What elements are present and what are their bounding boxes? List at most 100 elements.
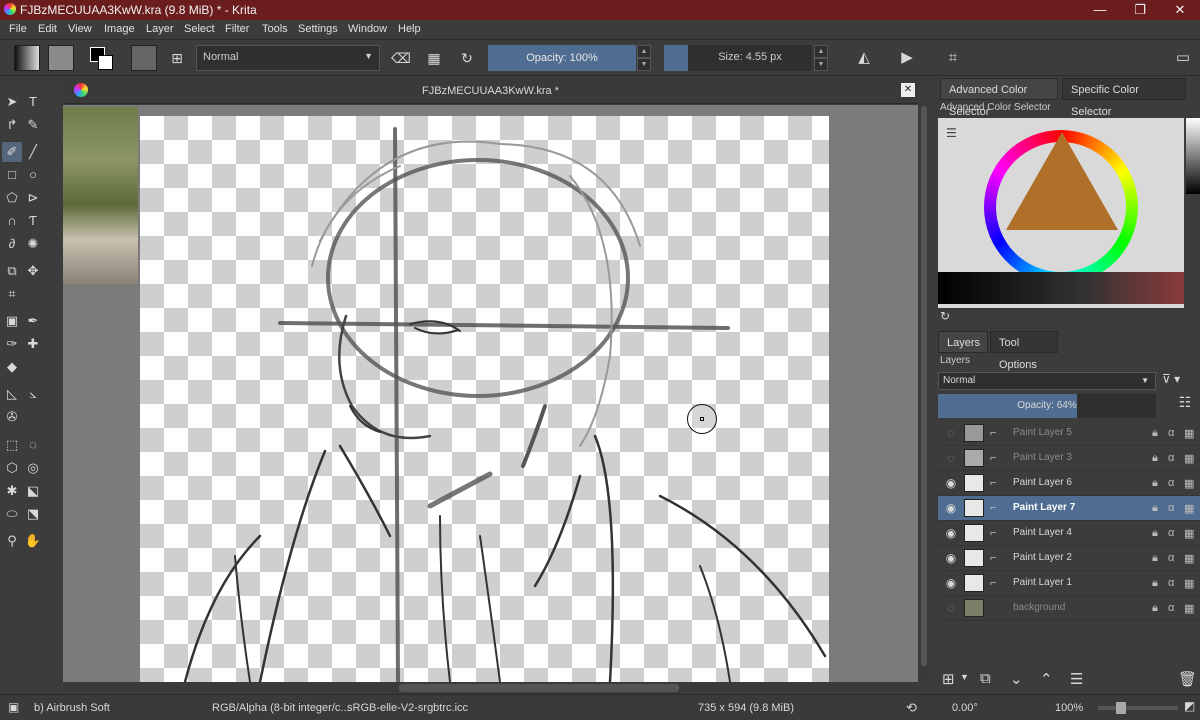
menu-settings[interactable]: Settings bbox=[298, 23, 338, 35]
layer-filter-icon[interactable]: ⊽ ▾ bbox=[1162, 372, 1196, 390]
add-layer-icon[interactable]: ⊞ bbox=[942, 670, 955, 688]
alpha-icon[interactable]: α bbox=[1168, 602, 1174, 614]
inherit-alpha-icon[interactable]: ▦ bbox=[1184, 602, 1194, 615]
lock-icon[interactable]: 🔒︎ bbox=[1152, 427, 1158, 440]
rotate-icon[interactable]: ⟲ bbox=[906, 700, 917, 716]
layer-row[interactable]: ◉ ⌐ Paint Layer 4 🔒︎ α ▦ bbox=[938, 521, 1200, 546]
layer-name[interactable]: Paint Layer 6 bbox=[1013, 477, 1072, 488]
lock-icon[interactable]: 🔒︎ bbox=[1152, 552, 1158, 565]
visibility-off-icon[interactable]: ◌ bbox=[944, 451, 958, 465]
visibility-on-icon[interactable]: ◉ bbox=[944, 476, 958, 490]
alpha-icon[interactable]: α bbox=[1168, 577, 1174, 589]
fill-tool-icon[interactable]: ◆ bbox=[2, 357, 22, 377]
size-spinner[interactable]: ▲ ▼ bbox=[814, 45, 828, 71]
freehand-path-icon[interactable]: Ƭ bbox=[23, 211, 43, 231]
layer-name[interactable]: Paint Layer 7 bbox=[1013, 502, 1075, 513]
crop-icon[interactable]: ⌗ bbox=[942, 45, 964, 71]
move-layer-down-icon[interactable]: ⌄ bbox=[1010, 670, 1023, 688]
mirror-vertical-icon[interactable]: ▶ bbox=[896, 45, 918, 71]
visibility-on-icon[interactable]: ◉ bbox=[944, 551, 958, 565]
contiguous-select-icon[interactable]: ✱ bbox=[2, 481, 22, 501]
alpha-icon[interactable]: α bbox=[1168, 452, 1174, 464]
gradient-preset-button[interactable] bbox=[14, 45, 40, 71]
dynamic-brush-icon[interactable]: ∂ bbox=[2, 234, 22, 254]
zoom-slider-handle[interactable] bbox=[1116, 702, 1126, 714]
polygon-tool-icon[interactable]: ⬠ bbox=[2, 188, 22, 208]
menu-select[interactable]: Select bbox=[184, 23, 215, 35]
visibility-off-icon[interactable]: ◌ bbox=[944, 601, 958, 615]
drawing-canvas[interactable] bbox=[140, 116, 829, 682]
layer-row[interactable]: ◌ ⌐ Paint Layer 5 🔒︎ α ▦ bbox=[938, 421, 1200, 446]
edit-shape-icon[interactable]: ↱ bbox=[2, 115, 22, 135]
menu-view[interactable]: View bbox=[68, 23, 92, 35]
layer-row[interactable]: ◌ background 🔒︎ α ▦ bbox=[938, 596, 1200, 621]
measure-tool-icon[interactable]: ⦣ bbox=[23, 384, 43, 404]
alpha-icon[interactable]: α bbox=[1168, 552, 1174, 564]
layer-name[interactable]: background bbox=[1013, 602, 1065, 613]
inherit-alpha-icon[interactable]: ▦ bbox=[1184, 477, 1194, 490]
pattern-preset-button[interactable] bbox=[48, 45, 74, 71]
freehand-select-icon[interactable]: ◎ bbox=[23, 458, 43, 478]
visibility-off-icon[interactable]: ◌ bbox=[944, 426, 958, 440]
inherit-alpha-icon[interactable]: ▦ bbox=[1184, 577, 1194, 590]
polyline-tool-icon[interactable]: ⊳ bbox=[23, 188, 43, 208]
layer-row[interactable]: ◌ ⌐ Paint Layer 3 🔒︎ α ▦ bbox=[938, 446, 1200, 471]
lock-icon[interactable]: 🔒︎ bbox=[1152, 527, 1158, 540]
refresh-icon[interactable]: ↻ bbox=[940, 309, 950, 323]
multibrush-icon[interactable]: ✺ bbox=[23, 234, 43, 254]
ellipse-tool-icon[interactable]: ○ bbox=[23, 165, 43, 185]
lock-icon[interactable]: 🔒︎ bbox=[1152, 477, 1158, 490]
current-brush[interactable]: b) Airbrush Soft bbox=[34, 702, 110, 714]
minimize-button[interactable]: — bbox=[1080, 0, 1120, 20]
magnetic-select-icon[interactable]: ⬔ bbox=[23, 504, 43, 524]
panel-toggle-icon[interactable]: ▭ bbox=[1172, 45, 1194, 71]
layer-name[interactable]: Paint Layer 1 bbox=[1013, 577, 1072, 588]
delete-layer-icon[interactable]: 🗑︎ bbox=[1178, 670, 1197, 688]
menu-image[interactable]: Image bbox=[104, 23, 135, 35]
lock-icon[interactable]: 🔒︎ bbox=[1152, 502, 1158, 515]
chevron-down-icon[interactable]: ▼ bbox=[960, 672, 969, 682]
zoom-slider[interactable] bbox=[1098, 702, 1178, 714]
tab-advanced-color-selector[interactable]: Advanced Color Selector bbox=[940, 78, 1058, 118]
mirror-horizontal-icon[interactable]: ◭ bbox=[853, 45, 875, 71]
freehand-brush-icon[interactable]: ✐ bbox=[2, 142, 22, 162]
tab-tool-options[interactable]: Tool Options bbox=[990, 331, 1058, 371]
lock-icon[interactable]: 🔒︎ bbox=[1152, 577, 1158, 590]
zoom-tool-icon[interactable]: ⚲ bbox=[2, 531, 22, 551]
inherit-alpha-icon[interactable]: ▦ bbox=[1184, 527, 1194, 540]
bezier-select-icon[interactable]: ⬭ bbox=[2, 504, 22, 524]
opacity-spinner[interactable]: ▲ ▼ bbox=[637, 45, 651, 71]
size-slider-fill[interactable] bbox=[664, 45, 688, 71]
gradient-tool-icon[interactable]: ▣ bbox=[2, 311, 22, 331]
calligraphy-icon[interactable]: ✎ bbox=[23, 115, 43, 135]
reload-preset-icon[interactable]: ↻ bbox=[456, 45, 478, 71]
select-shape-icon[interactable]: ➤ bbox=[2, 92, 22, 112]
inherit-alpha-icon[interactable]: ▦ bbox=[1184, 452, 1194, 465]
layer-name[interactable]: Paint Layer 2 bbox=[1013, 552, 1072, 563]
close-window-button[interactable]: ✕ bbox=[1160, 0, 1200, 20]
alpha-icon[interactable]: α bbox=[1168, 477, 1174, 489]
color-picker-icon[interactable]: ✒ bbox=[23, 311, 43, 331]
horizontal-scroll-thumb[interactable] bbox=[399, 684, 679, 692]
transform-tool-icon[interactable]: ⧉ bbox=[2, 261, 22, 281]
menu-help[interactable]: Help bbox=[398, 23, 421, 35]
similar-select-icon[interactable]: ⬕ bbox=[23, 481, 43, 501]
maximize-button[interactable]: ❐ bbox=[1120, 0, 1160, 20]
menu-icon[interactable]: ☰ bbox=[946, 126, 957, 140]
crop-tool-icon[interactable]: ⌗ bbox=[2, 284, 22, 304]
canvas-horizontal-scrollbar[interactable] bbox=[63, 682, 918, 694]
text-tool-icon[interactable]: T bbox=[23, 92, 43, 112]
menu-layer[interactable]: Layer bbox=[146, 23, 174, 35]
eraser-icon[interactable]: ⌫ bbox=[390, 45, 412, 71]
inherit-alpha-icon[interactable]: ▦ bbox=[1184, 427, 1194, 440]
close-document-button[interactable]: ✕ bbox=[901, 83, 915, 97]
color-triangle[interactable] bbox=[1006, 132, 1118, 230]
menu-edit[interactable]: Edit bbox=[38, 23, 57, 35]
color-gradient-bar[interactable] bbox=[1186, 118, 1200, 194]
lock-icon[interactable]: 🔒︎ bbox=[1152, 602, 1158, 615]
rectangle-tool-icon[interactable]: □ bbox=[2, 165, 22, 185]
layer-properties-icon[interactable]: ☷ bbox=[1174, 394, 1196, 418]
layer-name[interactable]: Paint Layer 4 bbox=[1013, 527, 1072, 538]
layer-name[interactable]: Paint Layer 3 bbox=[1013, 452, 1072, 463]
size-slider[interactable]: Size: 4.55 px bbox=[688, 45, 812, 71]
